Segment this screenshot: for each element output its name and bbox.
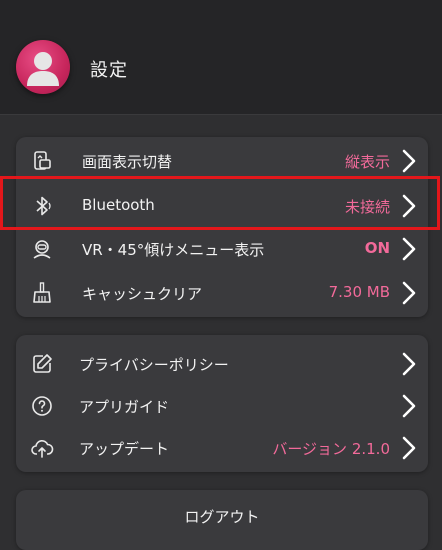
phone-rotate-icon (34, 151, 51, 170)
setting-row-vr-menu[interactable]: VR・45°傾けメニュー表示 ON (16, 228, 428, 270)
help-circle-icon (32, 396, 52, 416)
chevron-right-icon (402, 436, 416, 460)
setting-value: ON (364, 239, 390, 257)
profile-header: 設定 (0, 0, 442, 115)
broom-icon (33, 282, 51, 303)
chevron-right-icon (402, 352, 416, 376)
edit-document-icon (33, 354, 52, 373)
setting-row-privacy-policy[interactable]: プライバシーポリシー (16, 343, 428, 385)
chevron-right-icon (402, 281, 416, 305)
setting-label: 画面表示切替 (82, 153, 173, 171)
user-avatar-icon[interactable] (16, 40, 70, 94)
setting-value: 未接続 (344, 198, 390, 216)
settings-card-info: プライバシーポリシー アプリガイド アップデート バージョン 2.1.0 (16, 335, 428, 472)
setting-row-display-mode[interactable]: 画面表示切替 縦表示 (16, 140, 428, 182)
chevron-right-icon (402, 149, 416, 173)
settings-card-display: 画面表示切替 縦表示 Bluetooth 未接続 VR・45°傾けメニュー表示 … (16, 137, 428, 317)
setting-value: 7.30 MB (328, 283, 390, 301)
setting-label: アップデート (79, 440, 170, 458)
vr-headset-icon (33, 240, 51, 259)
setting-label: キャッシュクリア (82, 285, 203, 303)
logout-card[interactable]: ログアウト (16, 490, 428, 550)
setting-row-app-guide[interactable]: アプリガイド (16, 385, 428, 427)
chevron-right-icon (402, 194, 416, 218)
chevron-right-icon (402, 237, 416, 261)
setting-row-bluetooth[interactable]: Bluetooth 未接続 (16, 185, 428, 227)
setting-row-update[interactable]: アップデート バージョン 2.1.0 (16, 427, 428, 469)
setting-label: アプリガイド (79, 398, 170, 416)
chevron-right-icon (402, 394, 416, 418)
page-title: 設定 (90, 60, 128, 81)
logout-button[interactable]: ログアウト (16, 506, 428, 527)
cloud-upload-icon (31, 440, 54, 458)
setting-value: 縦表示 (344, 153, 390, 171)
setting-row-cache-clear[interactable]: キャッシュクリア 7.30 MB (16, 272, 428, 314)
setting-label: VR・45°傾けメニュー表示 (82, 241, 265, 259)
setting-label: プライバシーポリシー (79, 356, 229, 374)
bluetooth-icon (36, 196, 51, 216)
setting-value: バージョン 2.1.0 (272, 440, 390, 458)
setting-label: Bluetooth (82, 196, 155, 214)
